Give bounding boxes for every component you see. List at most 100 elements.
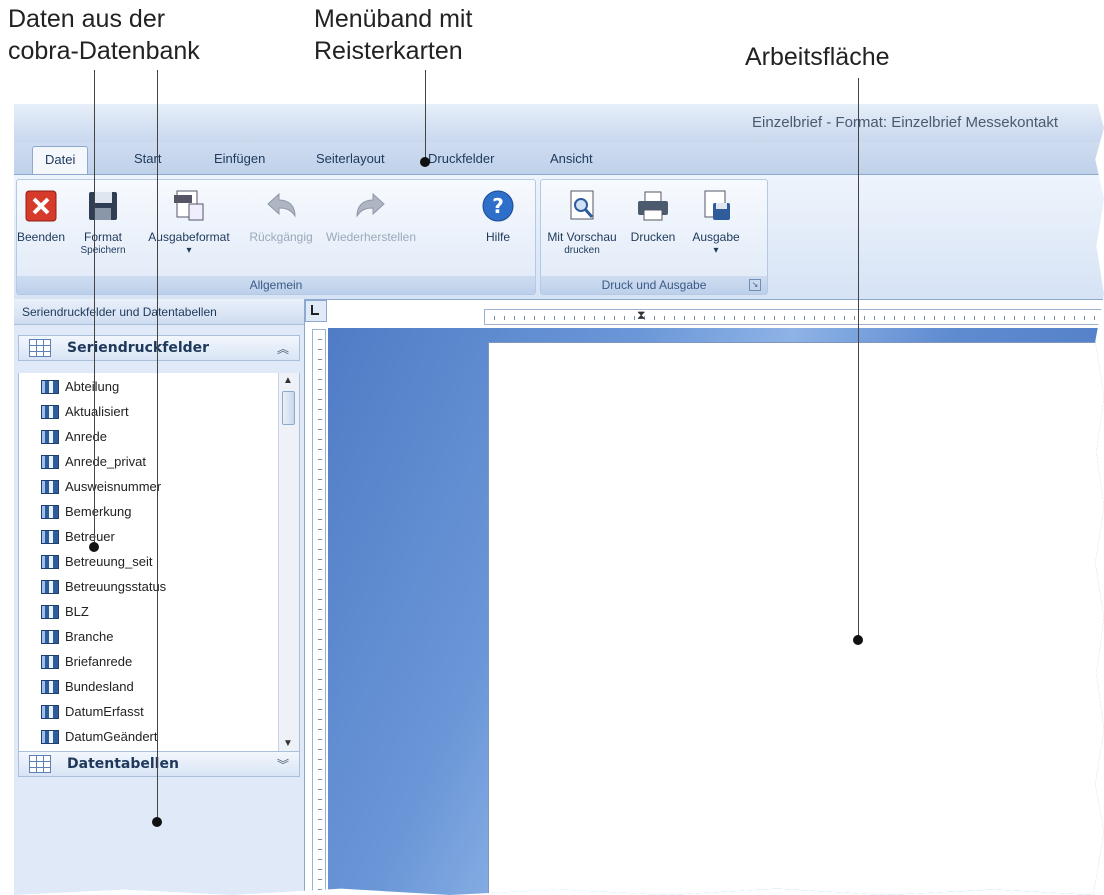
- list-item[interactable]: Branche: [19, 625, 273, 650]
- tab-stop-selector[interactable]: [305, 300, 327, 322]
- field-icon: [41, 530, 59, 544]
- expand-chevron-icon[interactable]: ︾: [277, 756, 289, 773]
- collapse-chevron-icon[interactable]: ︽: [277, 340, 289, 357]
- document-page[interactable]: [488, 342, 1104, 895]
- undo-label: Rückgängig: [249, 230, 313, 244]
- output-button[interactable]: Ausgabe ▾: [687, 188, 745, 258]
- section-data-tables[interactable]: Datentabellen ︾: [18, 751, 300, 777]
- title-bar: Einzelbrief - Format: Einzelbrief Messek…: [14, 104, 1104, 143]
- undo-arrow-icon: [263, 188, 299, 224]
- output-format-label: Ausgabeformat: [148, 230, 230, 244]
- field-icon: [41, 430, 59, 444]
- vertical-ruler[interactable]: [312, 329, 326, 895]
- print-preview-icon: [564, 188, 600, 224]
- field-icon: [41, 405, 59, 419]
- field-icon: [41, 655, 59, 669]
- redo-button[interactable]: Wiederherstellen: [323, 188, 419, 244]
- list-item[interactable]: Betreuer: [19, 525, 273, 550]
- tab-einfuegen[interactable]: Einfügen: [214, 151, 265, 166]
- data-tables-area: [18, 779, 300, 891]
- list-item[interactable]: Aktualisiert: [19, 400, 273, 425]
- save-format-label-1: Format: [83, 230, 122, 244]
- print-preview-button[interactable]: Mit Vorschau drucken: [547, 188, 617, 258]
- list-item[interactable]: DatumErfasst: [19, 700, 273, 725]
- callout-dot-data-tables: [152, 817, 162, 827]
- print-button[interactable]: Drucken: [625, 188, 681, 244]
- callout-workspace: Arbeitsfläche: [745, 43, 890, 71]
- output-label: Ausgabe: [692, 230, 740, 244]
- section-merge-fields[interactable]: Seriendruckfelder ︽: [18, 335, 300, 361]
- dialog-launcher-icon[interactable]: ↘: [749, 279, 761, 291]
- table-grid-icon: [29, 339, 51, 357]
- ribbon: Beenden Format Speichern Ausgabeformat ▾: [14, 174, 1104, 300]
- field-icon: [41, 605, 59, 619]
- dropdown-arrow-icon: ▾: [186, 245, 192, 256]
- list-item[interactable]: Abteilung: [19, 375, 273, 400]
- save-output-icon: [698, 188, 734, 224]
- field-icon: [41, 730, 59, 744]
- leader-line-data-2: [157, 70, 158, 822]
- list-item[interactable]: Ausweisnummer: [19, 475, 273, 500]
- redo-arrow-icon: [353, 188, 389, 224]
- horizontal-ruler[interactable]: ⧗: [484, 308, 1104, 325]
- undo-button[interactable]: Rückgängig: [245, 188, 317, 244]
- tab-seiterlayout[interactable]: Seiterlayout: [316, 151, 385, 166]
- callout-dot-workspace: [853, 635, 863, 645]
- callout-dot-data-fields: [89, 542, 99, 552]
- dropdown-arrow-icon: ▾: [713, 245, 719, 256]
- list-item[interactable]: DatumGeändert: [19, 725, 273, 750]
- list-item[interactable]: BLZ: [19, 600, 273, 625]
- help-button[interactable]: ? Hilfe: [475, 188, 521, 244]
- app-window: Einzelbrief - Format: Einzelbrief Messek…: [14, 104, 1104, 895]
- indent-marker-icon[interactable]: ⧗: [637, 308, 645, 323]
- redo-label: Wiederherstellen: [325, 230, 417, 244]
- window-title: Einzelbrief - Format: Einzelbrief Messek…: [752, 114, 1058, 131]
- callout-ribbon-line1: Menüband mit: [314, 5, 473, 33]
- scroll-thumb[interactable]: [282, 391, 295, 425]
- panel-header: Seriendruckfelder und Datentabellen: [14, 299, 304, 325]
- quit-label: Beenden: [16, 230, 66, 244]
- field-icon: [41, 630, 59, 644]
- section-data-tables-title: Datentabellen: [67, 756, 179, 772]
- output-format-button[interactable]: Ausgabeformat ▾: [141, 188, 237, 258]
- list-item[interactable]: Anrede: [19, 425, 273, 450]
- merge-field-list: Abteilung Aktualisiert Anrede Anrede_pri…: [18, 373, 300, 751]
- list-item[interactable]: Anrede_privat: [19, 450, 273, 475]
- tab-druckfelder[interactable]: Druckfelder: [428, 151, 494, 166]
- field-icon: [41, 555, 59, 569]
- field-icon: [41, 680, 59, 694]
- field-list-scrollbar[interactable]: ▲ ▼: [278, 373, 299, 751]
- scroll-up-arrow-icon[interactable]: ▲: [283, 375, 293, 386]
- print-label: Drucken: [630, 230, 676, 244]
- leader-line-workspace: [858, 78, 859, 640]
- ribbon-group-print-label: Druck und Ausgabe: [541, 276, 767, 294]
- close-red-icon: [23, 188, 59, 224]
- leader-line-data-1: [94, 70, 95, 548]
- help-label: Hilfe: [485, 230, 510, 244]
- field-icon: [41, 705, 59, 719]
- merge-fields-panel: Seriendruckfelder und Datentabellen Seri…: [14, 299, 305, 895]
- print-preview-label-1: Mit Vorschau: [547, 230, 617, 244]
- list-item[interactable]: Bundesland: [19, 675, 273, 700]
- ribbon-tabs: Datei Start Einfügen Seiterlayout Druckf…: [14, 142, 1104, 174]
- tab-datei[interactable]: Datei: [32, 146, 89, 174]
- quit-button[interactable]: Beenden: [15, 188, 67, 244]
- field-icon: [41, 505, 59, 519]
- list-item[interactable]: Briefanrede: [19, 650, 273, 675]
- floppy-disk-icon: [85, 188, 121, 224]
- list-item[interactable]: Betreuungsstatus: [19, 575, 273, 600]
- callout-ribbon-line2: Reisterkarten: [314, 37, 463, 65]
- list-item[interactable]: Betreuung_seit: [19, 550, 273, 575]
- table-grid-icon: [29, 755, 51, 773]
- print-preview-label-2: drucken: [564, 245, 600, 256]
- save-format-label-2: Speichern: [80, 245, 126, 256]
- callout-data-line1: Daten aus der: [8, 5, 166, 33]
- callout-data-line2: cobra-Datenbank: [8, 37, 200, 65]
- field-icon: [41, 455, 59, 469]
- tab-ansicht[interactable]: Ansicht: [550, 151, 593, 166]
- save-format-button[interactable]: Format Speichern: [75, 188, 131, 258]
- help-question-icon: ?: [480, 188, 516, 224]
- list-item[interactable]: Bemerkung: [19, 500, 273, 525]
- scroll-down-arrow-icon[interactable]: ▼: [283, 738, 293, 749]
- document-format-icon: [171, 188, 207, 224]
